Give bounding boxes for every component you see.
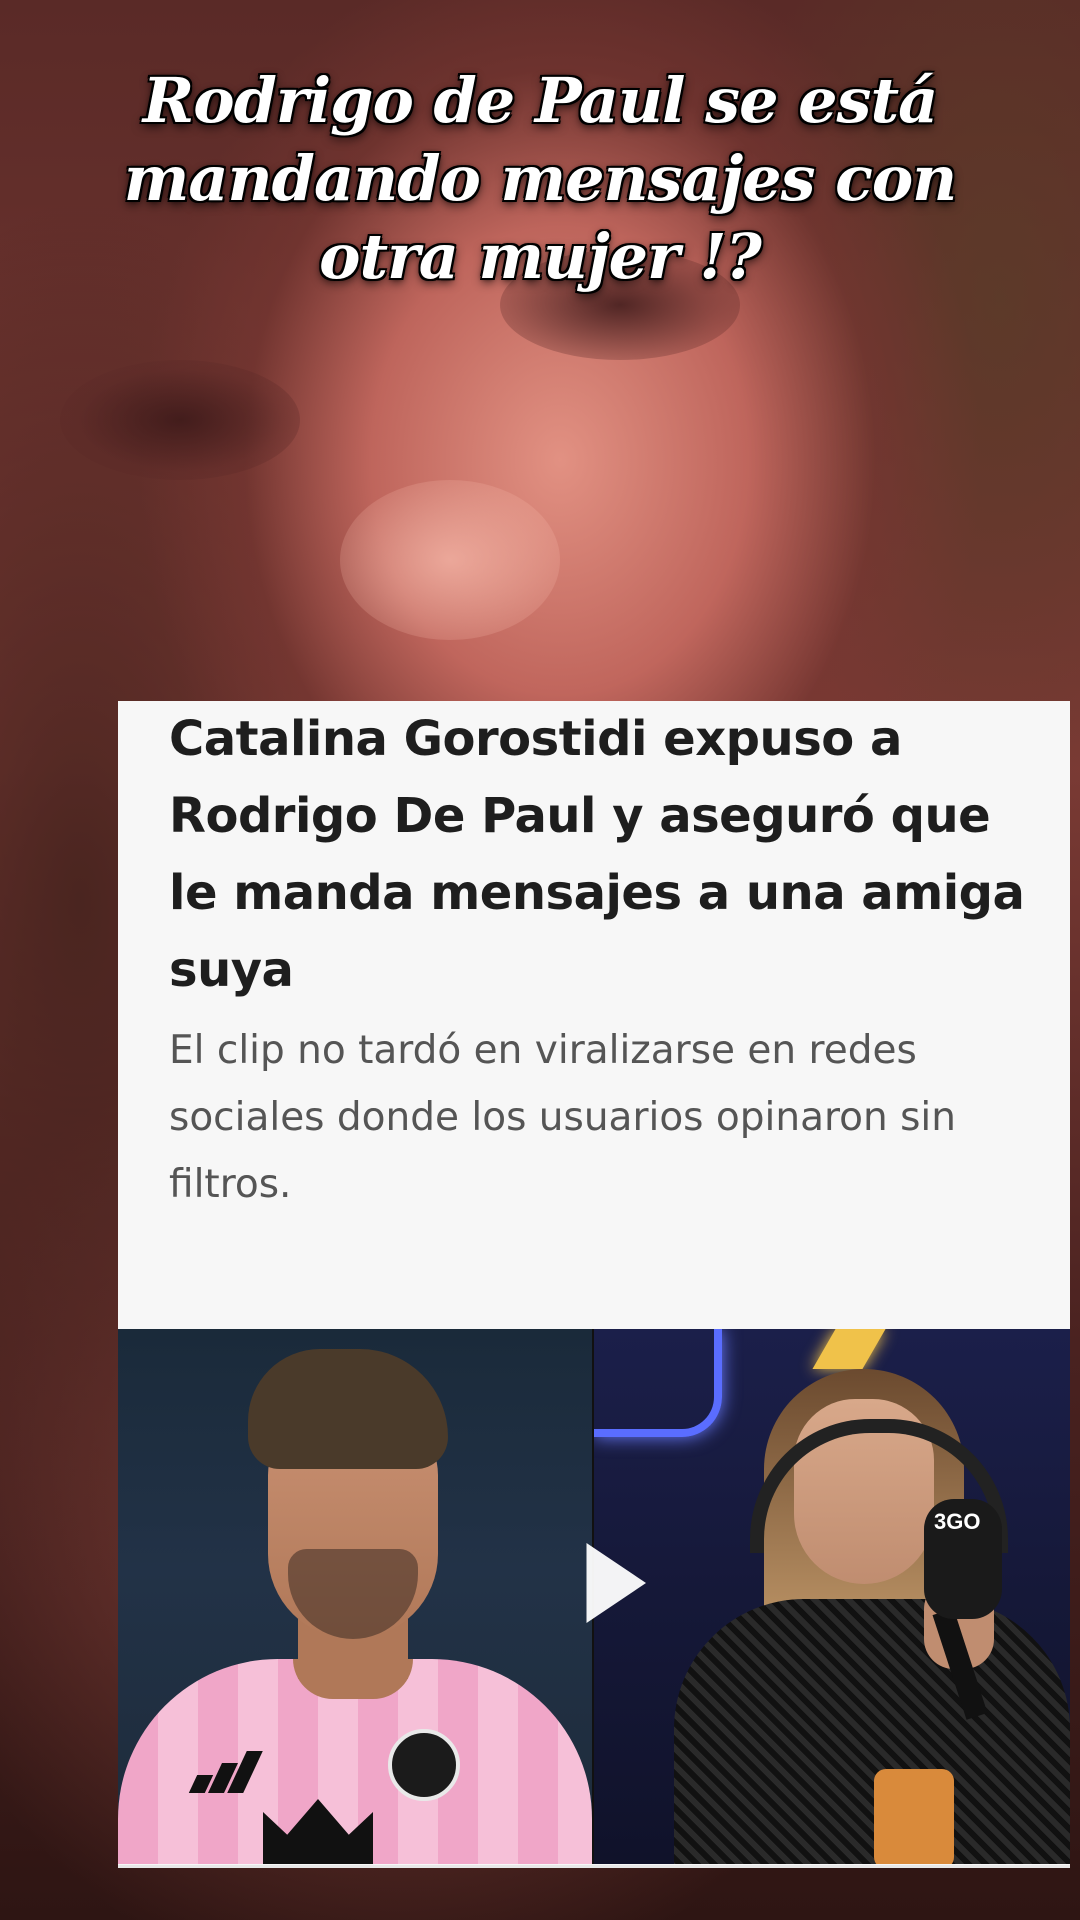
player-hair	[248, 1349, 448, 1469]
article-title: Catalina Gorostidi expuso a Rodrigo De P…	[169, 711, 1025, 998]
article-subtitle: El clip no tardó en viralizarse en redes…	[169, 1028, 956, 1207]
card-bottom-border	[118, 1865, 1070, 1868]
microphone-brand-label: 3GO	[934, 1509, 981, 1534]
club-crest-icon	[388, 1729, 460, 1801]
presenter-photo: 3GO	[594, 1329, 1070, 1864]
sportswear-logo-icon	[188, 1749, 263, 1793]
neon-light-decoration	[594, 1329, 722, 1437]
presenter-body	[674, 1599, 1070, 1864]
background-nose	[340, 480, 560, 640]
player-photo	[118, 1329, 592, 1864]
video-caption-headline: Rodrigo de Paul se está mandando mensaje…	[123, 64, 958, 293]
phone-icon	[874, 1769, 954, 1864]
background-eye-left	[60, 360, 300, 480]
neon-light-decoration	[812, 1329, 886, 1369]
news-article-card[interactable]: Catalina Gorostidi expuso a Rodrigo De P…	[118, 701, 1070, 1868]
article-video-thumbnail[interactable]: 3GO	[118, 1329, 1070, 1864]
